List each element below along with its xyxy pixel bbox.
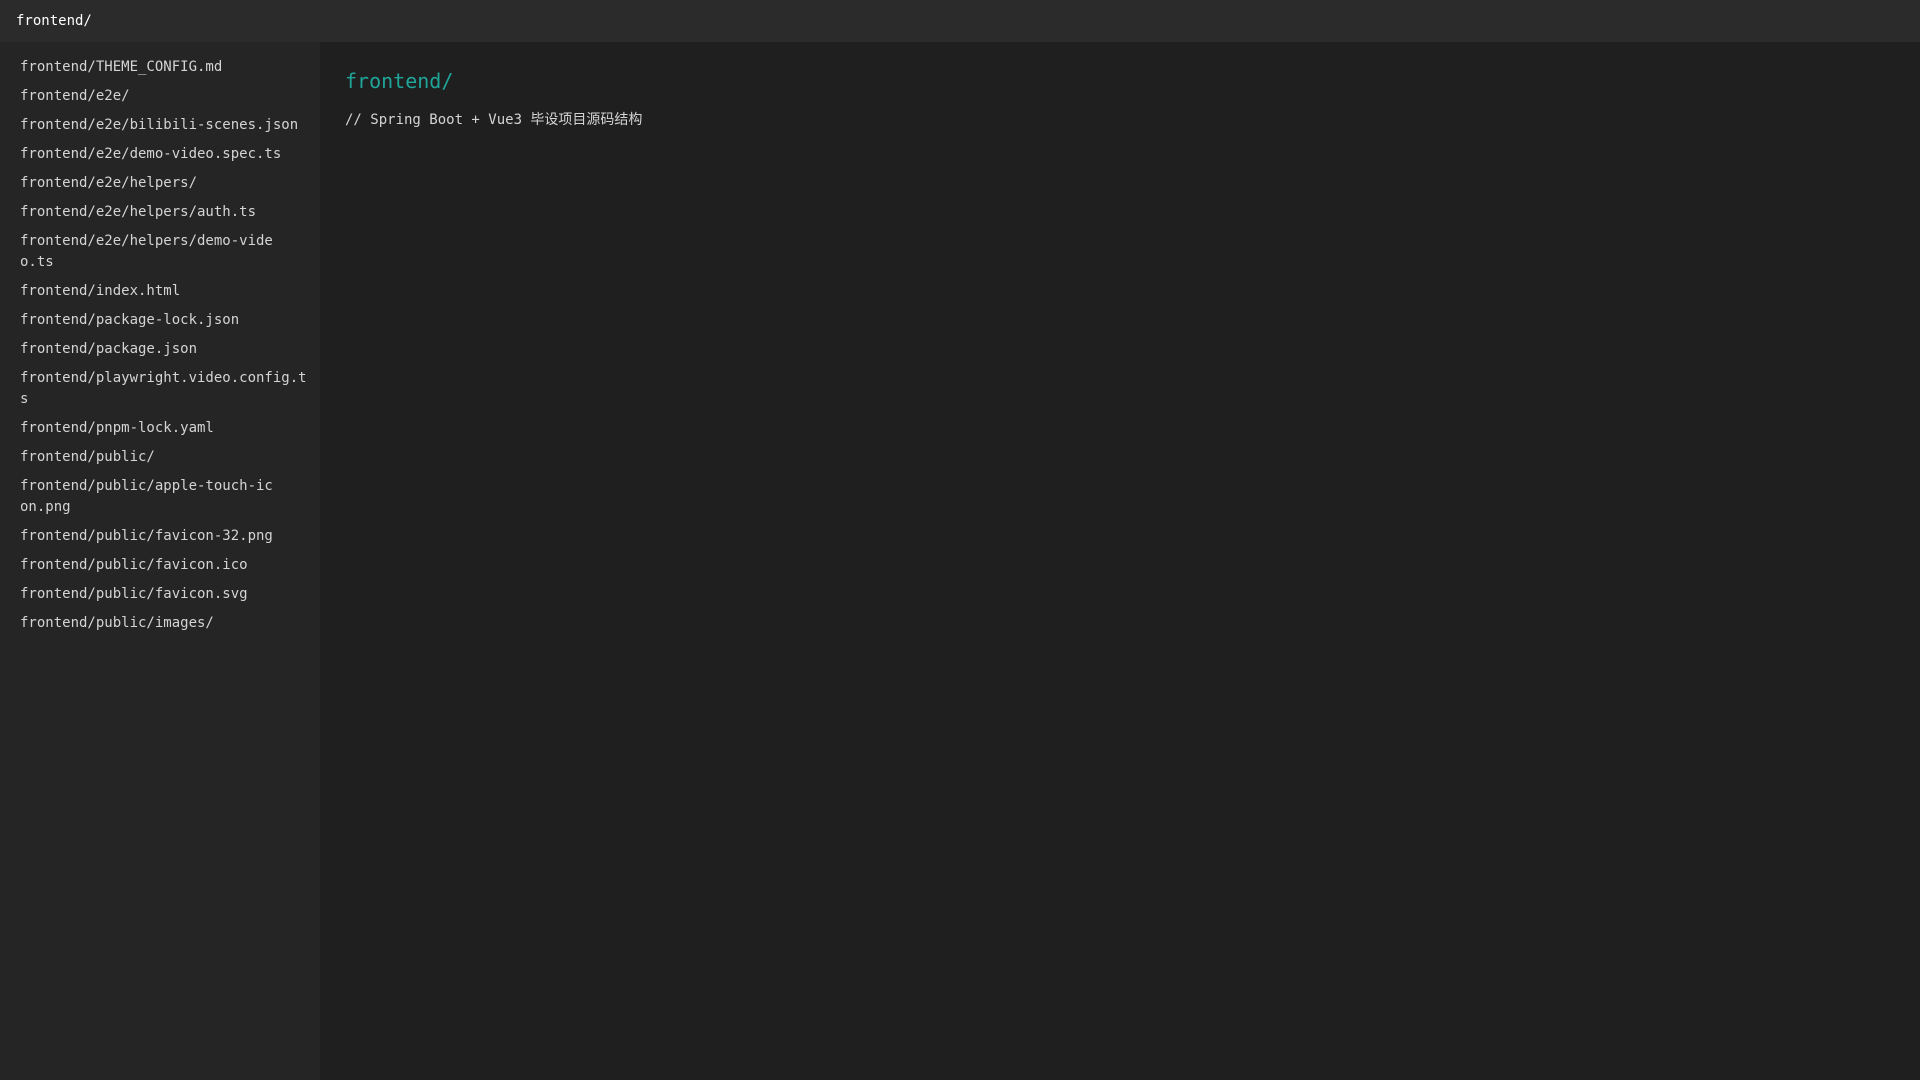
title-bar: frontend/: [0, 0, 1920, 42]
file-list-sidebar: frontend/THEME_CONFIG.md frontend/e2e/ f…: [0, 42, 320, 1080]
file-list-item[interactable]: frontend/package-lock.json: [0, 309, 320, 333]
file-list-item[interactable]: frontend/pnpm-lock.yaml: [0, 417, 320, 441]
file-list-item[interactable]: frontend/e2e/demo-video.spec.ts: [0, 143, 320, 167]
file-list-item[interactable]: frontend/playwright.video.config.ts: [0, 367, 320, 412]
page-title: frontend/: [345, 69, 454, 93]
file-list-item[interactable]: frontend/public/favicon.svg: [0, 583, 320, 607]
file-list-item[interactable]: frontend/e2e/helpers/demo-video.ts: [0, 230, 286, 275]
file-list-item[interactable]: frontend/public/favicon.ico: [0, 554, 320, 578]
description-comment: // Spring Boot + Vue3 毕设项目源码结构: [345, 112, 643, 128]
window-title: frontend/: [16, 13, 92, 29]
file-list-item[interactable]: frontend/THEME_CONFIG.md: [0, 56, 320, 80]
content-pane: frontend/ // Spring Boot + Vue3 毕设项目源码结构: [320, 42, 1920, 1080]
file-list-item[interactable]: frontend/e2e/helpers/: [0, 172, 320, 196]
file-list-item[interactable]: frontend/public/apple-touch-icon.png: [0, 475, 286, 520]
file-list-item[interactable]: frontend/e2e/helpers/auth.ts: [0, 201, 320, 225]
file-list-item[interactable]: frontend/e2e/bilibili-scenes.json: [0, 114, 320, 138]
file-list-item[interactable]: frontend/e2e/: [0, 85, 320, 109]
file-list-item[interactable]: frontend/public/favicon-32.png: [0, 525, 320, 549]
file-list-item[interactable]: frontend/index.html: [0, 280, 320, 304]
file-list-item[interactable]: frontend/public/images/: [0, 612, 320, 636]
file-list-item[interactable]: frontend/package.json: [0, 338, 320, 362]
file-list-item[interactable]: frontend/public/: [0, 446, 320, 470]
